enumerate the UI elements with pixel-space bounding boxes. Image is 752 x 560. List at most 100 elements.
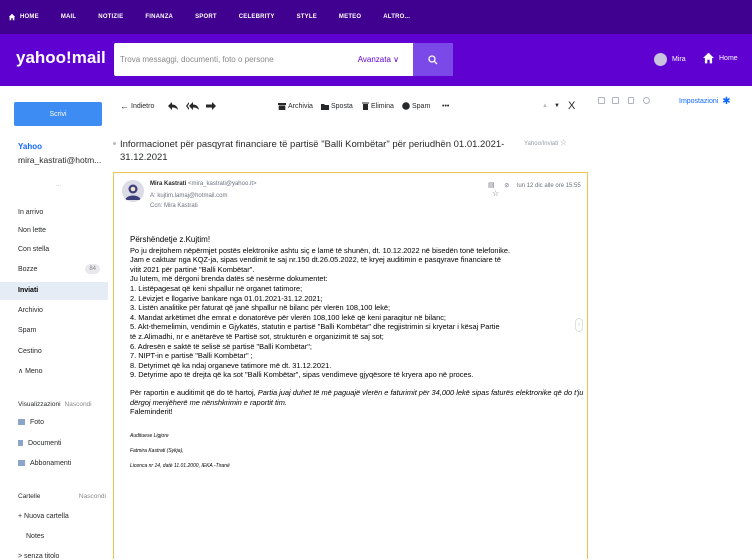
sidebar-item-unread[interactable]: Non lette [18, 227, 46, 234]
body-line: Po ju drejtohem nëpërmjet postës elektro… [130, 245, 511, 255]
unread-dot-icon [113, 142, 116, 145]
home-label: Home [719, 54, 738, 62]
thanks-line: Faleminderit! [130, 407, 173, 417]
search-input[interactable]: Trova messaggi, documenti, foto o person… [120, 55, 358, 64]
message-date: lun 12 dic alle ore 15:55 [517, 183, 581, 189]
sidebar-item-inbox[interactable]: In arrivo [18, 209, 43, 216]
calendar-icon[interactable] [612, 97, 619, 104]
help-icon[interactable] [643, 97, 650, 104]
home-button[interactable]: Home [702, 52, 738, 64]
move-button[interactable]: Sposta [321, 103, 353, 110]
photos-label: Foto [30, 419, 45, 426]
list-item: të z.Alimadhi, nr e anëtarëve të Partisë… [130, 331, 384, 341]
close-icon[interactable]: X [568, 100, 575, 112]
search-button[interactable] [413, 43, 453, 76]
nav-home[interactable]: HOME [8, 13, 39, 21]
advanced-search-button[interactable]: Avanzata ∨ [358, 55, 399, 64]
yahoo-mail-logo[interactable]: yahoo!mail [16, 48, 106, 68]
views-hide-toggle[interactable]: Nascondi [65, 401, 92, 408]
sidebar-item-spam[interactable]: Spam [18, 327, 36, 334]
sender-avatar [122, 180, 144, 202]
account-name[interactable]: Yahoo [18, 142, 42, 151]
gear-icon: ✱ [722, 96, 731, 107]
header-bar: yahoo!mail Trova messaggi, documenti, fo… [0, 34, 752, 86]
reply-all-button[interactable] [186, 102, 199, 110]
sidebar-item-starred[interactable]: Con stella [18, 246, 49, 253]
subscriptions-label: Abbonamenti [30, 460, 72, 467]
sidebar-item-sent[interactable]: Inviati [18, 287, 38, 294]
back-button[interactable]: ← Indietro [120, 101, 154, 111]
sidebar-item-less[interactable]: ∧ Meno [18, 367, 43, 375]
previous-message-icon[interactable]: ▲ [542, 103, 548, 109]
reply-icon [168, 102, 178, 110]
message-view: Informacionet për pasqyrat financiare të… [108, 126, 592, 559]
nav-finanza[interactable]: FINANZA [145, 14, 173, 20]
photo-icon [18, 419, 25, 426]
nav-celebrity[interactable]: CELEBRITY [239, 14, 275, 20]
archive-label: Archivia [288, 102, 313, 110]
more-actions-button[interactable]: ••• [442, 103, 449, 110]
folders-hide-toggle[interactable]: Nascondi [79, 493, 106, 500]
folder-label[interactable]: Yahoo/Inviati ☆ [524, 138, 567, 147]
folders-header-label: Cartelle [18, 493, 41, 500]
notepad-icon[interactable] [628, 97, 634, 104]
account-email: mira_kastrati@hotm... [18, 155, 102, 165]
sidebar-item-documents[interactable]: Documenti [18, 440, 61, 447]
new-folder-button[interactable]: + Nuova cartella [18, 513, 69, 520]
scroll-right-arrow[interactable]: › [575, 318, 583, 332]
advanced-search-label: Avanzata [357, 55, 391, 64]
archive-icon [278, 102, 286, 110]
sidebar-item-subscriptions[interactable]: Abbonamenti [18, 460, 71, 467]
settings-label: Impostazioni [679, 98, 719, 105]
body-line: vitit 2021 për partinë "Balli Kombëtar". [130, 264, 255, 274]
nav-altro[interactable]: ALTRO... [383, 14, 410, 20]
star-icon[interactable]: ☆ [492, 189, 499, 198]
top-navigation: HOME MAIL NOTIZIE FINANZA SPORT CELEBRIT… [0, 0, 752, 34]
message-card: Mira Kastrati <mira_kastrati@yahoo.it> A… [113, 172, 588, 559]
contacts-icon[interactable] [598, 97, 605, 104]
spam-button[interactable]: Spam [402, 102, 430, 110]
move-label: Sposta [331, 102, 353, 110]
delete-button[interactable]: Elimina [362, 102, 394, 110]
nav-meteo[interactable]: METEO [339, 14, 361, 20]
nav-sport[interactable]: SPORT [195, 14, 217, 20]
list-item: 3. Listën analitike për faturat që janë … [130, 303, 391, 313]
sidebar-item-trash[interactable]: Cestino [18, 348, 42, 355]
nav-style[interactable]: STYLE [297, 14, 317, 20]
sidebar-item-drafts[interactable]: Bozze [18, 266, 37, 273]
delete-label: Elimina [371, 102, 394, 110]
more-accounts-dots[interactable]: ... [56, 182, 61, 188]
active-folder-highlight [0, 282, 108, 300]
archive-button[interactable]: Archivia [278, 102, 313, 110]
list-item: 2. Lëvizjet e llogarive bankare nga 01.0… [130, 293, 323, 303]
closing-paragraph: Për raportin e auditimit që do të hartoj… [130, 388, 585, 407]
sidebar-item-photos[interactable]: Foto [18, 419, 44, 426]
star-icon[interactable]: ☆ [560, 138, 567, 147]
print-icon[interactable]: ▤ [488, 182, 495, 189]
list-item: 6. Adresën e saktë të selisë së partisë … [130, 341, 312, 351]
reply-button[interactable] [168, 102, 178, 110]
views-header: Visualizzazioni Nascondi [18, 401, 92, 408]
folder-move-icon [321, 103, 329, 110]
home-icon [703, 52, 714, 64]
sidebar-item-notes[interactable]: Notes [26, 533, 44, 540]
forward-button[interactable] [206, 102, 216, 110]
sender-name[interactable]: Mira Kastrati [150, 181, 186, 187]
nav-mail[interactable]: MAIL [61, 14, 76, 20]
user-menu[interactable]: Mira [654, 53, 686, 66]
next-message-icon[interactable]: ▼ [554, 103, 560, 109]
views-header-label: Visualizzazioni [18, 401, 61, 408]
message-subject: Informacionet për pasqyrat financiare të… [113, 138, 515, 164]
compose-button[interactable]: Scrivi [14, 102, 102, 126]
search-box: Trova messaggi, documenti, foto o person… [114, 43, 453, 76]
documents-label: Documenti [28, 440, 62, 447]
nav-notizie[interactable]: NOTIZIE [98, 14, 123, 20]
closing-plain-text: Për raportin e auditimit që do të hartoj… [130, 387, 258, 397]
avatar-illustration [122, 180, 144, 202]
sidebar-item-archive[interactable]: Archivio [18, 307, 43, 314]
sender-email[interactable]: <mira_kastrati@yahoo.it> [188, 181, 256, 187]
settings-button[interactable]: Impostazioni ✱ [679, 96, 731, 107]
